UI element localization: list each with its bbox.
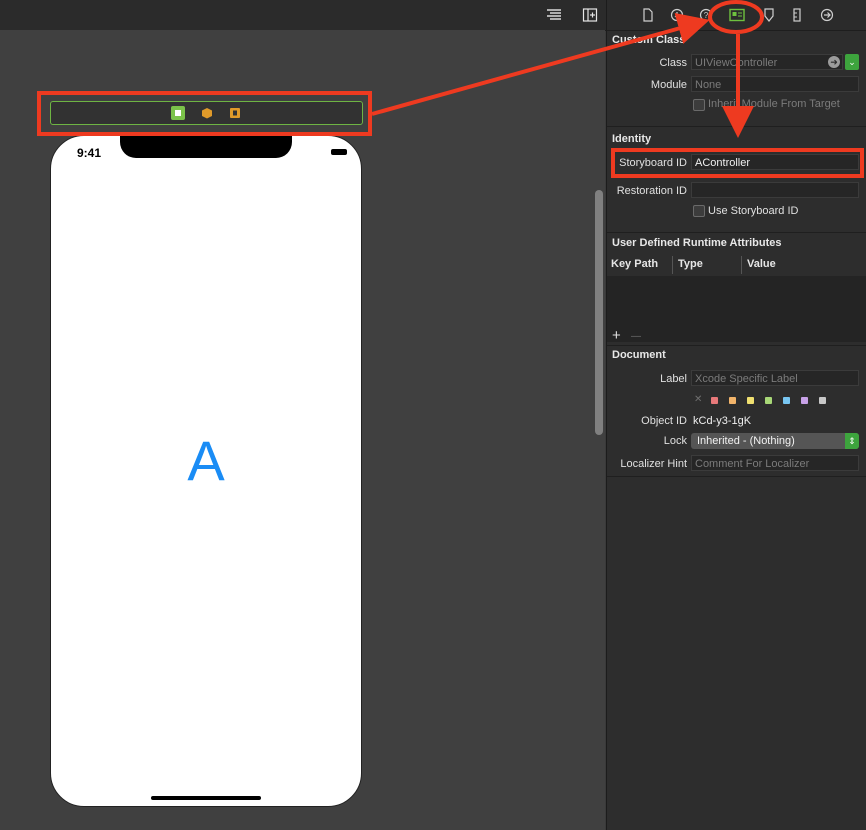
runtime-attrs-title: User Defined Runtime Attributes	[612, 237, 782, 249]
use-storyboard-id-checkbox[interactable]	[693, 205, 705, 217]
module-field[interactable]: None	[691, 76, 859, 92]
color-swatch-green[interactable]	[765, 397, 772, 404]
inspector-tab-bar: ?	[607, 0, 866, 31]
document-title: Document	[612, 349, 666, 361]
class-field[interactable]: UIViewController	[691, 54, 843, 70]
localizer-hint-label: Localizer Hint	[620, 458, 687, 470]
identity-title: Identity	[612, 133, 652, 145]
help-icon[interactable]: ?	[698, 8, 714, 23]
use-storyboard-id-label: Use Storyboard ID	[708, 205, 799, 217]
annotation-box-scene-dock	[37, 91, 372, 136]
section-separator	[607, 232, 866, 233]
inherit-module-checkbox[interactable]	[693, 99, 705, 111]
add-panel-icon[interactable]	[582, 8, 598, 22]
svg-text:?: ?	[704, 11, 709, 20]
doc-label-field[interactable]: Xcode Specific Label	[691, 370, 859, 386]
class-label: Class	[659, 57, 687, 69]
col-key-path[interactable]: Key Path	[611, 258, 658, 270]
color-swatch-gray[interactable]	[819, 397, 826, 404]
section-separator	[607, 476, 866, 477]
lock-popup-value: Inherited - (Nothing)	[697, 435, 795, 447]
object-id-label: Object ID	[641, 415, 687, 427]
color-swatch-yellow[interactable]	[747, 397, 754, 404]
object-id-value: kCd-y3-1gK	[693, 415, 752, 427]
identity-inspector-icon[interactable]	[729, 8, 745, 23]
color-swatch-purple[interactable]	[801, 397, 808, 404]
color-swatch-orange[interactable]	[729, 397, 736, 404]
lock-label: Lock	[663, 435, 687, 447]
history-icon[interactable]	[669, 8, 685, 23]
remove-attribute-button[interactable]: —	[631, 331, 641, 342]
class-goto-icon[interactable]: ➜	[828, 56, 840, 68]
runtime-attrs-table[interactable]	[607, 276, 866, 342]
attributes-icon[interactable]	[761, 8, 777, 23]
align-lines-icon[interactable]	[546, 8, 562, 22]
module-label: Module	[650, 79, 687, 91]
identity-inspector: ? Custom Class Class UIViewController ➜ …	[606, 0, 866, 830]
column-divider	[672, 256, 673, 274]
center-label[interactable]: A	[51, 428, 361, 493]
restoration-id-label: Restoration ID	[616, 185, 687, 197]
canvas-scrollbar[interactable]	[595, 190, 603, 435]
chevron-updown-icon: ⇕	[845, 433, 859, 449]
file-icon[interactable]	[640, 8, 656, 23]
battery-icon	[331, 149, 347, 155]
restoration-id-field[interactable]	[691, 182, 859, 198]
connections-icon[interactable]	[819, 8, 835, 23]
phone-notch	[120, 136, 292, 158]
iphone-scene[interactable]: 9:41 A	[50, 135, 362, 807]
column-divider	[741, 256, 742, 274]
section-separator	[607, 345, 866, 346]
annotation-box-storyboard-id	[611, 148, 864, 178]
localizer-hint-field[interactable]: Comment For Localizer	[691, 455, 859, 471]
doc-label-label: Label	[660, 373, 687, 385]
add-attribute-button[interactable]: +	[612, 327, 621, 344]
status-bar-time: 9:41	[77, 146, 102, 160]
home-indicator	[151, 796, 261, 800]
clear-color-icon[interactable]: ✕	[694, 394, 702, 405]
size-ruler-icon[interactable]	[789, 8, 805, 23]
lock-popup[interactable]: Inherited - (Nothing) ⇕	[691, 433, 859, 449]
class-dropdown-button[interactable]: ⌄	[845, 54, 859, 70]
inherit-module-label: Inherit Module From Target	[708, 98, 840, 110]
color-swatch-red[interactable]	[711, 397, 718, 404]
section-separator	[607, 126, 866, 127]
color-swatch-blue[interactable]	[783, 397, 790, 404]
col-type[interactable]: Type	[678, 258, 703, 270]
custom-class-title: Custom Class	[612, 34, 686, 46]
col-value[interactable]: Value	[747, 258, 776, 270]
